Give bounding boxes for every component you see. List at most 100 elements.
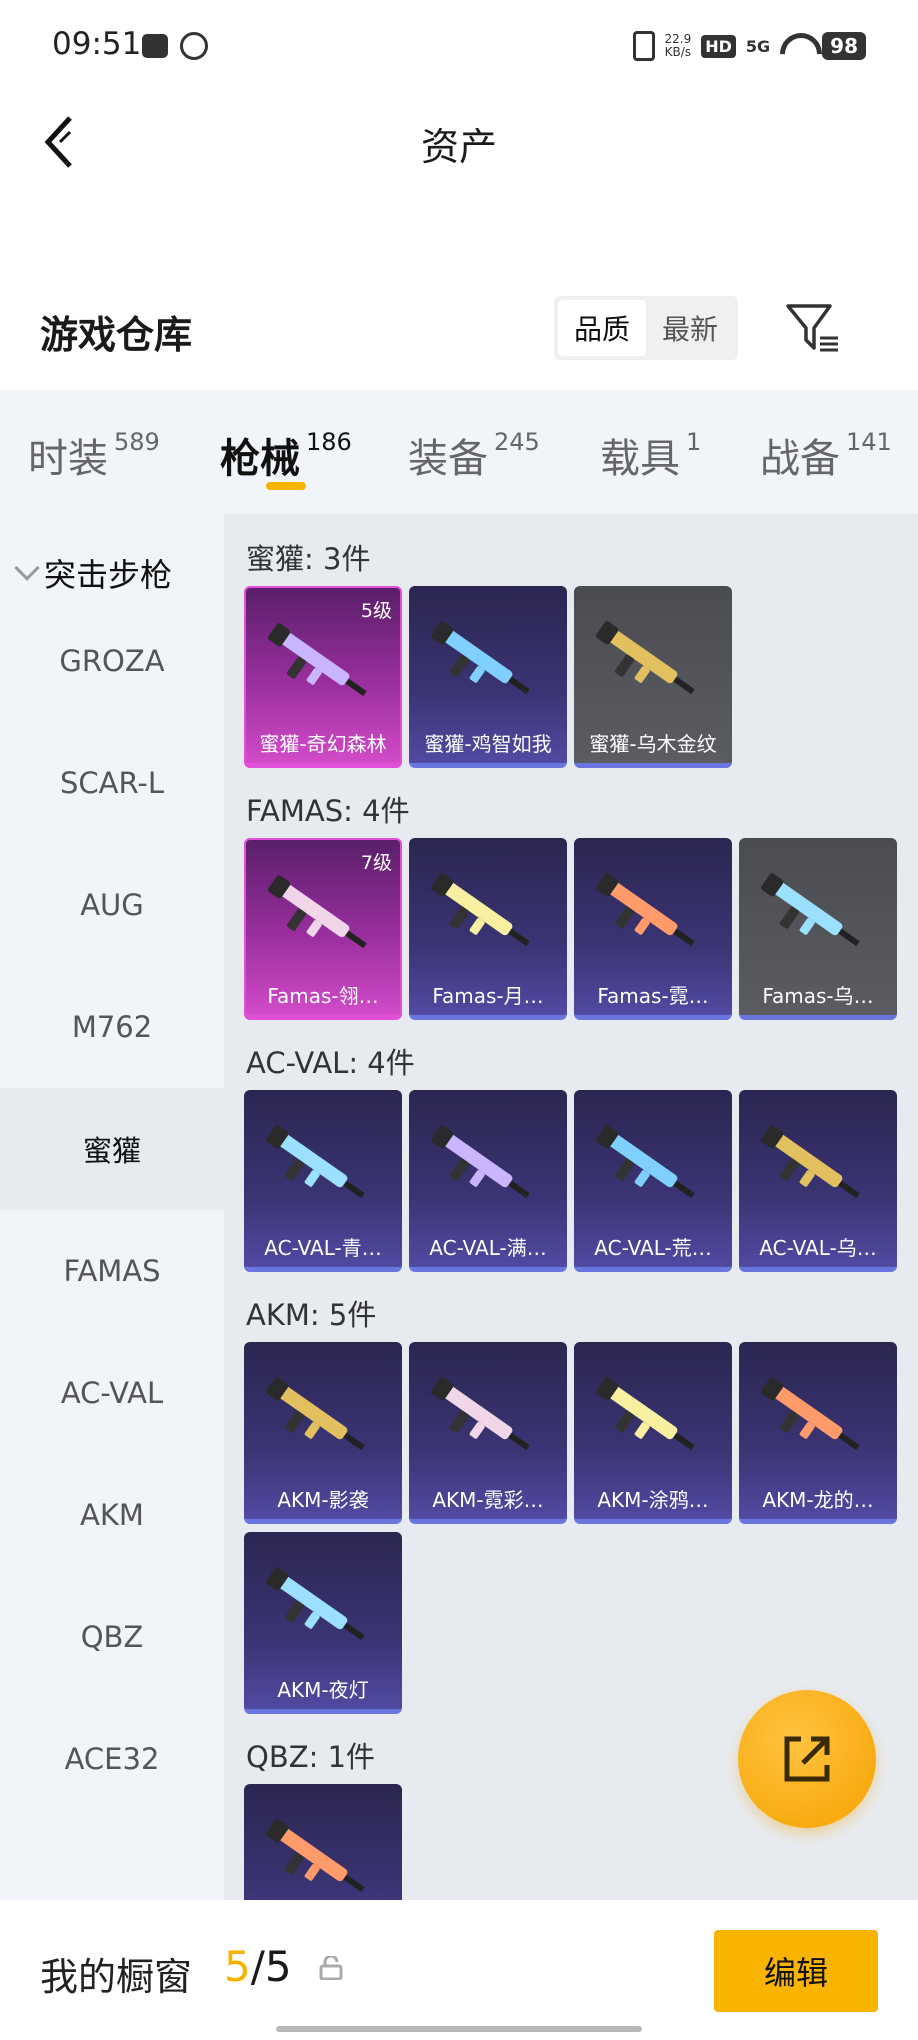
edit-button[interactable]: 编辑 bbox=[714, 1930, 878, 2012]
tab-vehicles[interactable]: 载具 1 bbox=[600, 426, 701, 484]
status-bar: 09:51 22.9 KB/s HD 5G 98 bbox=[0, 0, 918, 92]
page-title: 资产 bbox=[420, 125, 497, 169]
weapon-name: AC-VAL-荒… bbox=[594, 1236, 712, 1260]
weapon-card[interactable]: Famas-霓… bbox=[574, 838, 732, 1020]
rifle-icon bbox=[761, 873, 860, 947]
group-title: 蜜獾: 3件 bbox=[246, 542, 371, 576]
tab-supplies[interactable]: 战备 141 bbox=[760, 426, 892, 484]
category-label: 突击步枪 bbox=[44, 556, 173, 594]
tab-equipment[interactable]: 装备 245 bbox=[408, 426, 540, 484]
rifle-icon bbox=[266, 1567, 365, 1641]
tab-label: 枪械 bbox=[220, 436, 300, 482]
showcase-label: 我的橱窗 bbox=[40, 1955, 193, 1999]
sort-toggle: 品质 最新 bbox=[554, 296, 738, 360]
weapon-card[interactable]: Famas-乌… bbox=[739, 838, 897, 1020]
network-speed-unit: KB/s bbox=[664, 45, 692, 59]
weapon-name: AKM-龙的… bbox=[762, 1488, 874, 1512]
sidebar-item-m762[interactable]: M762 bbox=[0, 966, 224, 1088]
rifle-icon bbox=[268, 875, 367, 949]
sidebar-item-ace32[interactable]: ACE32 bbox=[0, 1698, 224, 1820]
rifle-icon bbox=[431, 873, 530, 947]
wifi-icon bbox=[780, 33, 812, 59]
rifle-icon bbox=[761, 1125, 860, 1199]
sidebar-item-famas[interactable]: FAMAS bbox=[0, 1210, 224, 1332]
weapon-card[interactable]: AKM-涂鸦… bbox=[574, 1342, 732, 1524]
share-fab-button[interactable] bbox=[738, 1690, 876, 1828]
showcase-total: /5 bbox=[250, 1942, 292, 1991]
lock-icon bbox=[318, 1954, 344, 1981]
tab-firearms[interactable]: 枪械 186 bbox=[220, 426, 352, 484]
weapon-name: AC-VAL-青… bbox=[264, 1236, 382, 1260]
rifle-icon bbox=[431, 621, 530, 695]
showcase-bar: 我的橱窗 5/5 编辑 bbox=[0, 1900, 918, 2040]
weapon-name: 蜜獾-奇幻森林 bbox=[259, 732, 387, 756]
filter-icon bbox=[786, 304, 838, 352]
sidebar-item-akm[interactable]: AKM bbox=[0, 1454, 224, 1576]
weapon-card[interactable]: AC-VAL-满… bbox=[409, 1090, 567, 1272]
sort-newest-option[interactable]: 最新 bbox=[646, 300, 734, 356]
group-title: AC-VAL: 4件 bbox=[246, 1046, 415, 1080]
weapon-card[interactable]: AKM-霓彩… bbox=[409, 1342, 567, 1524]
sort-quality-option[interactable]: 品质 bbox=[558, 300, 646, 356]
app-notification-icon bbox=[180, 32, 208, 60]
sidebar-item-groza[interactable]: GROZA bbox=[0, 600, 224, 722]
group-title: FAMAS: 4件 bbox=[246, 794, 410, 828]
filter-button[interactable] bbox=[784, 300, 842, 358]
tab-fashion[interactable]: 时装 589 bbox=[28, 426, 160, 484]
vibrate-icon bbox=[632, 31, 655, 61]
weapon-name: 蜜獾-鸡智如我 bbox=[424, 732, 552, 756]
weapon-name: 蜜獾-乌木金纹 bbox=[589, 732, 717, 756]
rifle-icon bbox=[596, 873, 695, 947]
rifle-icon bbox=[761, 1377, 860, 1451]
weapon-card[interactable]: AC-VAL-青… bbox=[244, 1090, 402, 1272]
sidebar-item-qbz[interactable]: QBZ bbox=[0, 1576, 224, 1698]
weapon-name: Famas-翎… bbox=[267, 984, 379, 1008]
weapon-name: Famas-月… bbox=[432, 984, 544, 1008]
sidebar-item-honey-badger[interactable]: 蜜獾 bbox=[0, 1088, 224, 1210]
weapon-card[interactable]: AKM-龙的… bbox=[739, 1342, 897, 1524]
rifle-icon bbox=[596, 1377, 695, 1451]
group-title: QBZ: 1件 bbox=[246, 1740, 376, 1774]
weapon-card[interactable]: AC-VAL-荒… bbox=[574, 1090, 732, 1272]
weapon-name: AKM-涂鸦… bbox=[597, 1488, 709, 1512]
tab-count: 589 bbox=[114, 428, 160, 456]
tab-label: 载具 bbox=[600, 436, 680, 482]
rifle-icon bbox=[266, 1377, 365, 1451]
sidebar-item-ac-val[interactable]: AC-VAL bbox=[0, 1332, 224, 1454]
category-assault-rifles[interactable]: 突击步枪 bbox=[14, 550, 173, 596]
weapon-card[interactable]: AKM-影袭 bbox=[244, 1342, 402, 1524]
home-indicator[interactable] bbox=[276, 2026, 642, 2032]
rifle-icon bbox=[266, 1125, 365, 1199]
weapon-name: AC-VAL-满… bbox=[429, 1236, 547, 1260]
showcase-count: 5/5 bbox=[224, 1942, 292, 1991]
weapon-sidebar: 突击步枪 GROZA SCAR-L AUG M762 蜜獾 FAMAS AC-V… bbox=[0, 514, 224, 1900]
weapon-name: AKM-影袭 bbox=[277, 1488, 369, 1512]
weapon-card[interactable] bbox=[244, 1784, 402, 1900]
weapon-card[interactable]: Famas-月… bbox=[409, 838, 567, 1020]
external-link-icon bbox=[784, 1736, 830, 1782]
hd-badge: HD bbox=[701, 34, 736, 58]
weapon-name: Famas-霓… bbox=[597, 984, 709, 1008]
weapon-card[interactable]: 5级 蜜獾-奇幻森林 bbox=[244, 586, 402, 768]
rifle-icon bbox=[266, 1819, 365, 1893]
network-speed: 22.9 KB/s bbox=[665, 33, 692, 59]
weapon-name: Famas-乌… bbox=[762, 984, 874, 1008]
weapon-card[interactable]: AC-VAL-乌… bbox=[739, 1090, 897, 1272]
tab-count: 186 bbox=[306, 428, 352, 456]
sidebar-item-scar-l[interactable]: SCAR-L bbox=[0, 722, 224, 844]
rifle-icon bbox=[596, 621, 695, 695]
weapon-card[interactable]: AKM-夜灯 bbox=[244, 1532, 402, 1714]
weapon-card[interactable]: 蜜獾-鸡智如我 bbox=[409, 586, 567, 768]
tab-label: 时装 bbox=[28, 436, 108, 482]
status-icons: 22.9 KB/s HD 5G 98 bbox=[632, 28, 866, 64]
tab-count: 1 bbox=[686, 428, 702, 456]
weapon-name: AKM-夜灯 bbox=[277, 1678, 369, 1702]
weapon-card[interactable]: 7级 Famas-翎… bbox=[244, 838, 402, 1020]
level-badge: 7级 bbox=[360, 852, 392, 874]
sidebar-item-aug[interactable]: AUG bbox=[0, 844, 224, 966]
status-time: 09:51 bbox=[52, 26, 142, 62]
weapon-card[interactable]: 蜜獾-乌木金纹 bbox=[574, 586, 732, 768]
chevron-down-icon bbox=[14, 555, 40, 581]
tab-label: 战备 bbox=[760, 436, 840, 482]
weapon-name: AC-VAL-乌… bbox=[759, 1236, 877, 1260]
